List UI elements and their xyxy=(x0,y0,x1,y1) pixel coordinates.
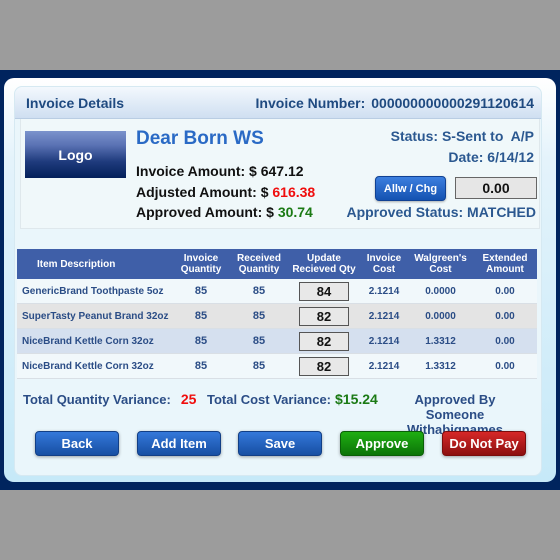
invoice-cost: 2.1214 xyxy=(368,310,400,322)
item-description: GenericBrand Toothpaste 5oz xyxy=(22,285,164,297)
col-label: Recieved Qty xyxy=(292,264,356,275)
col-invoice-quantity: Invoice Quantity xyxy=(172,253,230,275)
invoice-number: Invoice Number: 000000000000291120614 xyxy=(256,95,534,111)
table-body: GenericBrand Toothpaste 5oz 85 85 84 2.1… xyxy=(17,279,537,379)
table-row: NiceBrand Kettle Corn 32oz 85 85 82 2.12… xyxy=(17,329,537,354)
col-label: Invoice xyxy=(366,253,402,264)
received-quantity: 85 xyxy=(252,310,266,322)
update-qty-cell: 82 xyxy=(288,331,360,351)
total-quantity-variance-label: Total Quantity Variance: xyxy=(23,392,171,407)
col-walgreens-cost: Walgreen's Cost xyxy=(408,253,473,275)
table-row: NiceBrand Kettle Corn 32oz 85 85 82 2.12… xyxy=(17,354,537,379)
vendor-name: Dear Born WS xyxy=(136,128,264,149)
walgreens-cost: 1.3312 xyxy=(425,360,456,372)
walgreens-cost: 0.0000 xyxy=(425,285,456,297)
update-qty-cell: 82 xyxy=(288,306,360,326)
update-qty-input[interactable]: 84 xyxy=(299,281,349,301)
approved-by-label: Approved By xyxy=(414,392,496,407)
col-item-description: Item Description xyxy=(37,258,116,270)
invoice-amount-label: Invoice Amount: $ xyxy=(136,163,257,179)
walgreens-cost: 0.0000 xyxy=(425,310,456,322)
extended-amount: 0.00 xyxy=(495,310,515,322)
received-quantity: 85 xyxy=(252,335,266,347)
col-extended-amount: Extended Amount xyxy=(473,253,537,275)
col-label: Received xyxy=(237,253,281,264)
do-not-pay-button[interactable]: Do Not Pay xyxy=(442,431,526,456)
table-header: Item Description Invoice Quantity Receive… xyxy=(17,249,537,279)
item-description: NiceBrand Kettle Corn 32oz xyxy=(22,360,154,372)
page-title: Invoice Details xyxy=(26,95,125,111)
invoice-quantity: 85 xyxy=(194,335,208,347)
col-label: Amount xyxy=(486,264,524,275)
total-quantity-variance-value: 25 xyxy=(180,391,197,407)
item-description: NiceBrand Kettle Corn 32oz xyxy=(22,335,154,347)
col-invoice-cost: Invoice Cost xyxy=(360,253,408,275)
walgreens-cost: 1.3312 xyxy=(425,335,456,347)
invoice-number-value: 000000000000291120614 xyxy=(371,95,534,111)
save-button[interactable]: Save xyxy=(238,431,322,456)
invoice-status: Status: S-Sent to A/P xyxy=(390,128,534,144)
adjusted-amount-value: 616.38 xyxy=(272,184,316,200)
invoice-date: Date: 6/14/12 xyxy=(448,149,534,165)
received-quantity: 85 xyxy=(252,360,266,372)
allw-chg-input[interactable]: 0.00 xyxy=(455,177,537,199)
col-label: Cost xyxy=(429,264,452,275)
col-label: Extended xyxy=(482,253,528,264)
invoice-quantity: 85 xyxy=(194,310,208,322)
item-description: SuperTasty Peanut Brand 32oz xyxy=(22,310,169,322)
update-qty-input[interactable]: 82 xyxy=(299,331,349,351)
extended-amount: 0.00 xyxy=(495,335,515,347)
approved-status: Approved Status: MATCHED xyxy=(346,204,536,220)
approved-amount-value: 30.74 xyxy=(277,204,313,220)
total-cost-variance-label: Total Cost Variance: xyxy=(207,392,332,407)
table-row: GenericBrand Toothpaste 5oz 85 85 84 2.1… xyxy=(17,279,537,304)
total-cost-variance-value: $15.24 xyxy=(335,391,378,407)
col-received-quantity: Received Quantity xyxy=(230,253,288,275)
invoice-amount-value: 647.12 xyxy=(260,163,304,179)
col-label: Cost xyxy=(372,264,396,275)
col-label: Invoice xyxy=(183,253,219,264)
invoice-cost: 2.1214 xyxy=(368,285,400,297)
update-qty-input[interactable]: 82 xyxy=(299,306,349,326)
col-update-received-qty: Update Recieved Qty xyxy=(288,253,360,275)
allw-chg-button[interactable]: Allw / Chg xyxy=(375,176,446,201)
extended-amount: 0.00 xyxy=(495,360,515,372)
col-label: Quantity xyxy=(238,264,280,275)
total-cost-variance: Total Cost Variance: $15.24 xyxy=(207,391,378,407)
line-items-table: Item Description Invoice Quantity Receive… xyxy=(17,249,537,379)
table-row: SuperTasty Peanut Brand 32oz 85 85 82 2.… xyxy=(17,304,537,329)
total-quantity-variance: Total Quantity Variance: 25 xyxy=(23,391,196,407)
col-label: Walgreen's xyxy=(414,253,467,264)
col-label: Quantity xyxy=(180,264,222,275)
add-item-button[interactable]: Add Item xyxy=(137,431,221,456)
approve-button[interactable]: Approve xyxy=(340,431,424,456)
approved-amount: Approved Amount: $ 30.74 xyxy=(136,204,313,220)
invoice-number-label: Invoice Number: xyxy=(255,95,366,111)
adjusted-amount: Adjusted Amount: $ 616.38 xyxy=(136,184,315,200)
adjusted-amount-label: Adjusted Amount: $ xyxy=(136,184,269,200)
update-qty-input[interactable]: 82 xyxy=(299,356,349,376)
logo-label: Logo xyxy=(58,146,93,163)
extended-amount: 0.00 xyxy=(495,285,515,297)
invoice-quantity: 85 xyxy=(194,285,208,297)
vendor-logo: Logo xyxy=(25,131,126,178)
invoice-quantity: 85 xyxy=(194,360,208,372)
update-qty-cell: 84 xyxy=(288,281,360,301)
back-button[interactable]: Back xyxy=(35,431,119,456)
received-quantity: 85 xyxy=(252,285,266,297)
update-qty-cell: 82 xyxy=(288,356,360,376)
approved-amount-label: Approved Amount: $ xyxy=(136,204,274,220)
col-label: Update xyxy=(307,253,341,264)
invoice-cost: 2.1214 xyxy=(368,360,400,372)
invoice-amount: Invoice Amount: $ 647.12 xyxy=(136,163,304,179)
invoice-cost: 2.1214 xyxy=(368,335,400,347)
